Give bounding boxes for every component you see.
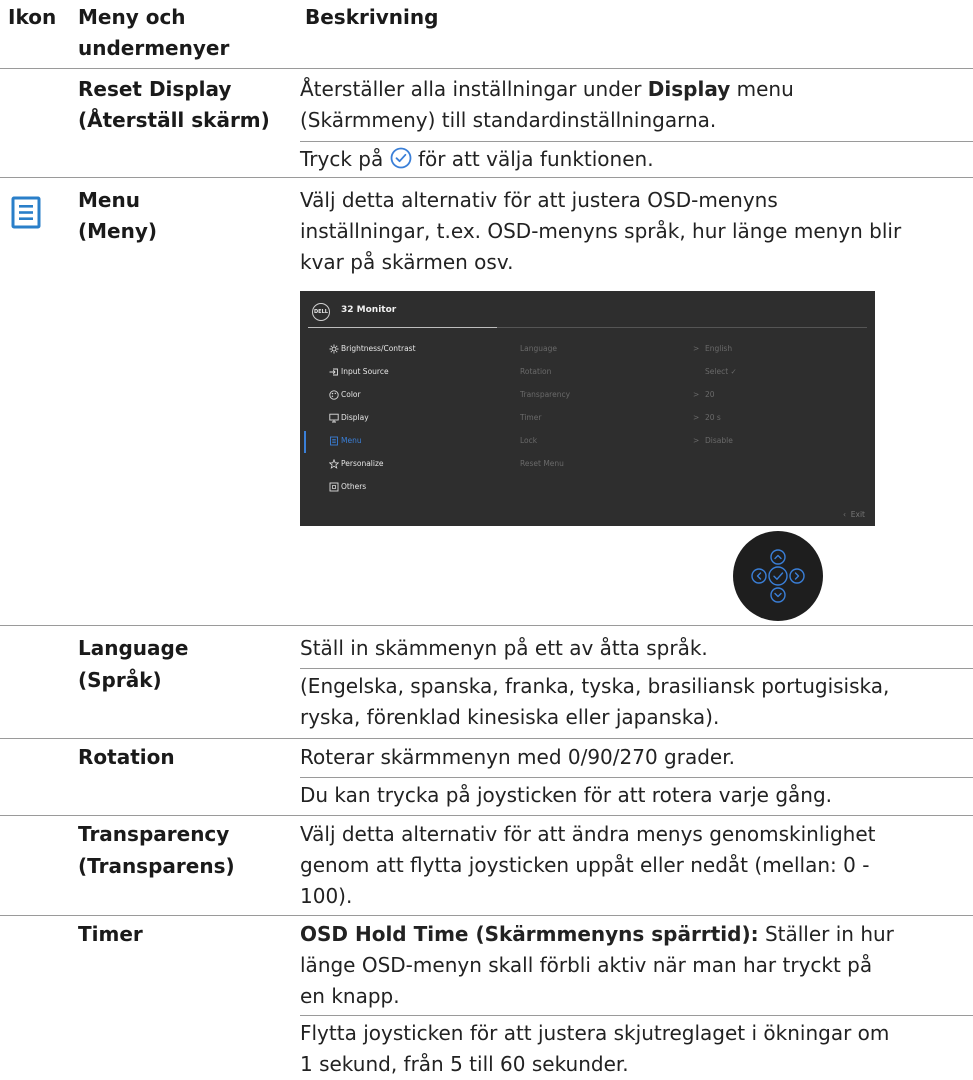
reset-display-name: Reset Display <box>78 77 232 101</box>
osd-sub-arrow-transparency: > <box>693 390 700 399</box>
language-desc-line2: (Engelska, spanska, franka, tyska, brasi… <box>300 674 890 698</box>
menu-desc-line1: Välj detta alternativ för att justera OS… <box>300 188 778 212</box>
osd-sub-arrow-timer: > <box>693 413 700 422</box>
section-divider <box>0 177 973 178</box>
section-divider <box>0 625 973 626</box>
section-divider <box>0 915 973 916</box>
section-divider <box>0 815 973 816</box>
menu-name: Menu <box>78 188 140 212</box>
display-icon <box>329 413 339 423</box>
rotation-desc-line2: Du kan trycka på joysticken för att rote… <box>300 783 833 807</box>
transparency-desc-line3: 100). <box>300 884 353 908</box>
osd-sub-lock[interactable]: Lock <box>520 436 537 446</box>
osd-header-line <box>497 327 867 328</box>
dell-logo: DELL <box>312 303 330 321</box>
reset-divider <box>300 141 973 142</box>
input-source-icon <box>329 368 338 376</box>
transparency-desc-line1: Välj detta alternativ för att ändra meny… <box>300 822 876 846</box>
osd-item-brightness[interactable]: Brightness/Contrast <box>341 344 416 354</box>
transparency-desc-line2: genom att flytta joysticken uppåt eller … <box>300 853 870 877</box>
others-icon <box>329 482 339 492</box>
osd-item-input-source[interactable]: Input Source <box>341 367 389 377</box>
header-icon-column: Ikon <box>8 5 57 29</box>
reset-display-name-sv: (Återställ skärm) <box>78 108 270 132</box>
osd-sub-arrow-lock: > <box>693 436 700 445</box>
osd-item-personalize[interactable]: Personalize <box>341 459 384 469</box>
header-menu-column-line2: undermenyer <box>78 36 230 60</box>
osd-value-timer: 20 s <box>705 413 721 422</box>
reset-display-press-text: Tryck på för att välja funktionen. <box>300 147 654 171</box>
menu-name-sv: (Meny) <box>78 219 158 243</box>
header-menu-column-line1: Meny och <box>78 5 186 29</box>
reset-display-desc-line1: Återställer alla inställningar under Dis… <box>300 77 794 101</box>
timer-desc-line2: länge OSD-menyn skall förbli aktiv när m… <box>300 953 873 977</box>
osd-value-transparency: 20 <box>705 390 715 399</box>
osd-selection-indicator <box>304 431 306 453</box>
osd-value-rotation: Select ✓ <box>705 367 737 376</box>
joystick-arrows-icon <box>751 549 805 603</box>
language-name-sv: (Språk) <box>78 668 162 692</box>
osd-item-color[interactable]: Color <box>341 390 361 400</box>
check-circle-icon <box>390 147 411 169</box>
transparency-name-sv: (Transparens) <box>78 854 235 878</box>
rotation-divider <box>300 777 973 778</box>
language-divider <box>300 668 973 669</box>
osd-model-title: 32 Monitor <box>341 305 397 315</box>
osd-menu-screenshot: DELL 32 Monitor Brightness/Contrast Inpu… <box>300 291 875 526</box>
language-desc-line3: ryska, förenklad kinesiska eller japansk… <box>300 705 720 729</box>
osd-sub-arrow-language: > <box>693 344 700 353</box>
timer-desc-line3: en knapp. <box>300 984 400 1008</box>
rotation-name: Rotation <box>78 745 175 769</box>
osd-header-line-active <box>308 327 497 328</box>
timer-desc-line5: 1 sekund, från 5 till 60 sekunder. <box>300 1052 629 1076</box>
osd-item-others[interactable]: Others <box>341 482 366 492</box>
menu-desc-line2: inställningar, t.ex. OSD-menyns språk, h… <box>300 219 902 243</box>
color-icon <box>329 390 339 400</box>
osd-value-lock: Disable <box>705 436 733 445</box>
osd-value-language: English <box>705 344 733 353</box>
language-name: Language <box>78 636 189 660</box>
joystick-controller <box>733 531 823 621</box>
timer-divider <box>300 1015 973 1016</box>
timer-name: Timer <box>78 922 143 946</box>
header-divider <box>0 68 973 69</box>
timer-desc-line4: Flytta joysticken för att justera skjutr… <box>300 1021 890 1045</box>
check-icon: ✓ <box>730 367 737 376</box>
osd-sub-transparency[interactable]: Transparency <box>520 390 570 400</box>
chevron-left-icon: ‹ <box>843 510 847 519</box>
menu-small-icon <box>330 436 338 446</box>
osd-sub-rotation[interactable]: Rotation <box>520 367 551 377</box>
osd-sub-timer[interactable]: Timer <box>520 413 541 423</box>
transparency-name: Transparency <box>78 822 230 846</box>
osd-sub-language[interactable]: Language <box>520 344 557 354</box>
star-icon <box>329 459 339 469</box>
timer-desc-line1: OSD Hold Time (Skärmmenyns spärrtid): St… <box>300 922 894 946</box>
osd-exit[interactable]: ‹ Exit <box>843 510 865 520</box>
rotation-desc-line1: Roterar skärmmenyn med 0/90/270 grader. <box>300 745 735 769</box>
brightness-icon <box>329 344 339 354</box>
osd-item-menu[interactable]: Menu <box>341 436 362 446</box>
header-description-column: Beskrivning <box>305 5 439 29</box>
menu-icon <box>11 196 41 229</box>
osd-item-display[interactable]: Display <box>341 413 369 423</box>
section-divider <box>0 738 973 739</box>
osd-sub-reset-menu[interactable]: Reset Menu <box>520 459 564 469</box>
language-desc-line1: Ställ in skämmenyn på ett av åtta språk. <box>300 636 708 660</box>
menu-desc-line3: kvar på skärmen osv. <box>300 250 514 274</box>
reset-display-desc-line2: (Skärmmeny) till standardinställningarna… <box>300 108 717 132</box>
